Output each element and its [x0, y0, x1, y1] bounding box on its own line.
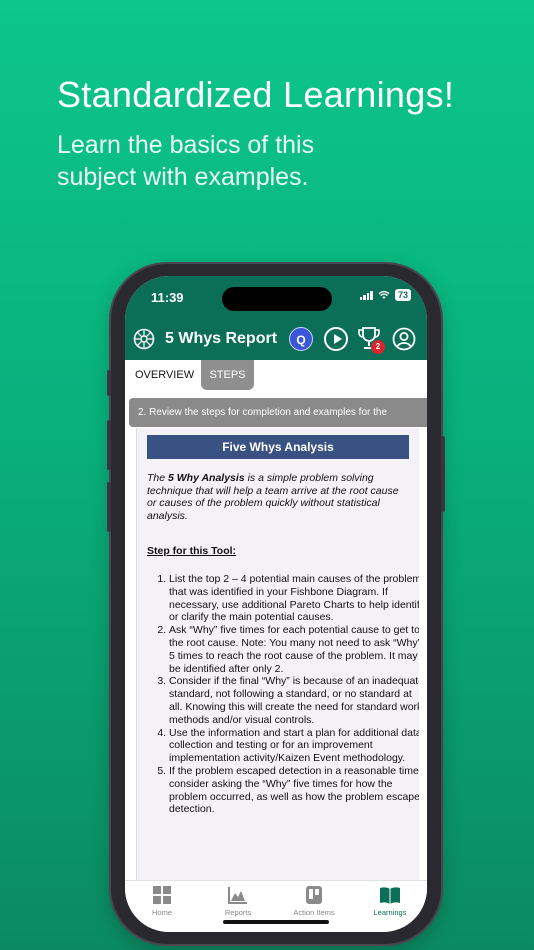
phone-screen: 11:39 73 5 Whys Report Q 2 OVERVIEW STEP… [125, 276, 427, 932]
step-item: If the problem escaped detection in a re… [169, 765, 419, 816]
notification-badge: 2 [371, 340, 385, 354]
power-button [441, 436, 445, 512]
nav-learnings[interactable]: Learnings [360, 885, 420, 917]
account-icon[interactable] [392, 327, 416, 351]
volume-down-button [107, 482, 111, 532]
quiz-button[interactable]: Q [289, 327, 313, 351]
promo-headline: Standardized Learnings! [57, 74, 455, 115]
status-icons: 73 [359, 289, 411, 301]
document-header: Five Whys Analysis [147, 435, 409, 459]
mute-switch [107, 370, 111, 396]
nav-home-label: Home [151, 908, 172, 917]
play-button[interactable] [324, 327, 348, 351]
steps-heading: Step for this Tool: [147, 545, 237, 557]
promo-subline: Learn the basics of this subject with ex… [57, 131, 315, 191]
signal-icon [359, 290, 373, 300]
volume-up-button [107, 420, 111, 470]
step-item: Use the information and start a plan for… [169, 727, 419, 765]
instruction-banner: 2. Review the steps for completion and e… [129, 398, 427, 427]
step-item: Ask “Why” five times for each potential … [169, 624, 419, 675]
dynamic-island [222, 287, 332, 311]
status-bar: 11:39 73 [125, 276, 427, 322]
app-logo-icon [133, 328, 155, 350]
intro-prefix: The [147, 472, 169, 484]
nav-learnings-label: Learnings [373, 908, 407, 917]
nav-home[interactable]: Home [132, 885, 192, 917]
step-item: List the top 2 – 4 potential main causes… [169, 573, 419, 624]
wifi-icon [378, 291, 390, 299]
bottom-nav: Home Reports Action Items Learnings [125, 880, 427, 932]
document-viewer[interactable]: Five Whys Analysis The 5 Why Analysis is… [136, 428, 419, 880]
home-indicator [223, 920, 329, 924]
intro-bold: 5 Why Analysis [168, 472, 245, 484]
book-icon [380, 887, 400, 904]
phone-frame: 11:39 73 5 Whys Report Q 2 OVERVIEW STEP… [107, 264, 445, 944]
tab-bar: OVERVIEW STEPS [125, 360, 427, 392]
tab-overview[interactable]: OVERVIEW [135, 360, 194, 390]
grid-icon [153, 886, 171, 904]
nav-reports-label: Reports [224, 908, 252, 917]
step-item: Consider if the final “Why” is because o… [169, 675, 419, 726]
tab-steps[interactable]: STEPS [201, 360, 254, 390]
nav-action-items[interactable]: Action Items [284, 885, 344, 917]
nav-action-items-label: Action Items [293, 908, 335, 917]
steps-list: List the top 2 – 4 potential main causes… [147, 573, 419, 816]
status-time: 11:39 [151, 290, 184, 305]
nav-reports[interactable]: Reports [208, 885, 268, 917]
battery-icon: 73 [394, 289, 411, 301]
app-title: 5 Whys Report [165, 330, 278, 347]
document-intro: The 5 Why Analysis is a simple problem s… [147, 472, 402, 522]
app-bar: 5 Whys Report Q 2 [125, 322, 427, 360]
chart-icon [228, 887, 247, 904]
kanban-icon [306, 886, 322, 904]
